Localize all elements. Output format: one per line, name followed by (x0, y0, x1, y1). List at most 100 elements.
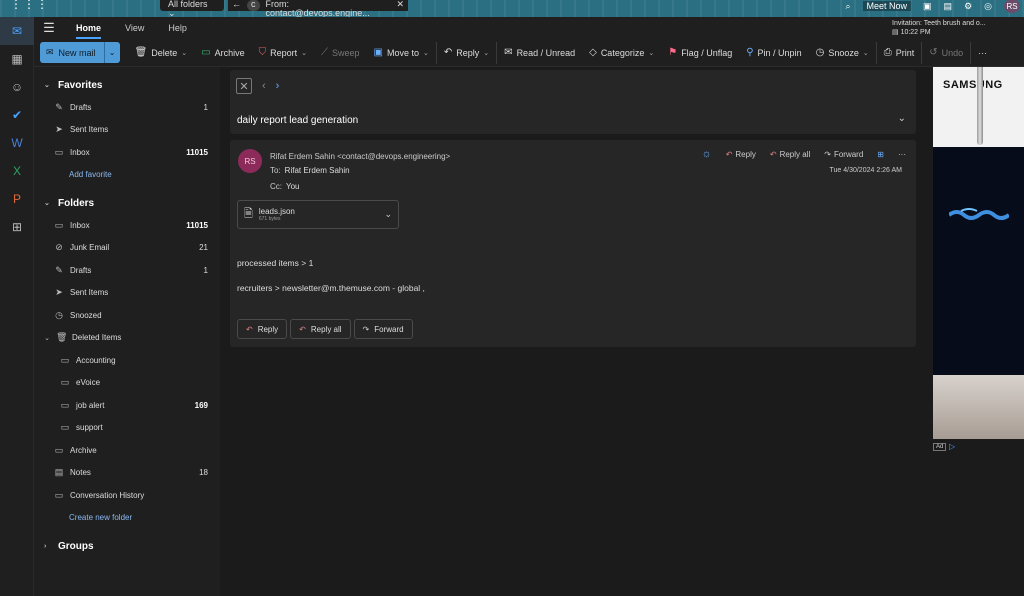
forward-action[interactable]: ↷ Forward (824, 150, 863, 159)
folder-inbox[interactable]: ▭ Inbox 11015 (34, 214, 220, 237)
cc-name[interactable]: You (286, 182, 300, 191)
tab-view[interactable]: View (113, 23, 156, 33)
tab-home[interactable]: Home (64, 23, 113, 39)
upcoming-event-reminder[interactable]: Invitation: Teeth brush and o... ▤ 10:22… (892, 19, 1012, 37)
adchoices-icon[interactable]: ▷ (949, 442, 955, 451)
word-icon[interactable]: W (0, 129, 34, 157)
delete-button[interactable]: 🗑 Delete ⌄ (128, 42, 195, 64)
ad-badge: Ad (933, 443, 947, 451)
folder-evoice[interactable]: ▭ eVoice (34, 372, 220, 395)
print-button[interactable]: ⎙ Print (875, 41, 922, 64)
tips-icon[interactable]: ◎ (984, 1, 992, 12)
archive-button[interactable]: ▭ Archive (194, 42, 251, 64)
report-button[interactable]: ⛉ Report ⌄ (252, 42, 314, 64)
reply-button[interactable]: ↶ Reply (237, 319, 288, 339)
chevron-down-icon[interactable]: ⌄ (384, 209, 392, 220)
more-actions-icon[interactable]: ··· (898, 150, 906, 159)
new-mail-split-button: ✉ New mail ⌄ (40, 42, 120, 63)
excel-icon[interactable]: X (0, 157, 34, 185)
folder-accounting[interactable]: ▭ Accounting (34, 349, 220, 372)
chevron-down-icon[interactable]: ⌄ (898, 113, 906, 124)
ad-banner[interactable]: SAMSUNG (933, 67, 1024, 439)
folder-junk-email[interactable]: ⊘ Junk Email 21 (34, 237, 220, 260)
sweep-label: Sweep (332, 47, 360, 58)
cc-line: Cc: You (270, 182, 300, 191)
categorize-label: Categorize (600, 47, 645, 58)
folder-archive[interactable]: ▭ Archive (34, 439, 220, 462)
move-to-button[interactable]: ▣ Move to ⌄ (367, 42, 436, 64)
folders-header[interactable]: ⌄ Folders (34, 192, 220, 214)
reply-icon: ↶ (443, 47, 453, 58)
stylus-image (977, 67, 983, 145)
reply-icon: ↶ (246, 324, 253, 334)
tab-help[interactable]: Help (156, 23, 199, 33)
close-icon[interactable]: ✕ (236, 78, 252, 94)
reply-icon: ↶ (725, 149, 733, 159)
folder-snoozed[interactable]: ◷ Snoozed (34, 304, 220, 327)
forward-button[interactable]: ↷ Forward (353, 319, 413, 339)
search-scope-dropdown[interactable]: All folders ⌄ (160, 0, 224, 18)
reply-all-action[interactable]: ↶ Reply all (770, 150, 810, 159)
sender-address[interactable]: Rifat Erdem Sahin <contact@devops.engine… (270, 152, 450, 161)
snooze-button[interactable]: ◷ Snooze ⌄ (809, 42, 876, 64)
attachment-card[interactable]: 🗎 leads.json 671 bytes ⌄ (237, 200, 399, 229)
add-favorite-link[interactable]: Add favorite (34, 164, 220, 187)
favorites-header[interactable]: ⌄ Favorites (34, 74, 220, 96)
undo-button[interactable]: ↺ Undo (921, 41, 970, 64)
flag-button[interactable]: ⚑ Flag / Unflag (661, 42, 739, 64)
sender-avatar[interactable]: RS (238, 149, 262, 173)
sun-icon[interactable]: ☼ (702, 148, 712, 160)
folder-job-alert[interactable]: ▭ job alert 169 (34, 394, 220, 417)
reading-pane: ✕ ‹ › daily report lead generation ⌄ RS … (220, 67, 929, 596)
pin-button[interactable]: ⚲ Pin / Unpin (739, 42, 808, 64)
powerpoint-icon[interactable]: P (0, 185, 34, 213)
inbox-icon: ▭ (54, 219, 64, 230)
folder-drafts[interactable]: ✎ Drafts 1 (34, 259, 220, 282)
favorite-drafts[interactable]: ✎ Drafts 1 (34, 96, 220, 119)
favorite-inbox[interactable]: ▭ Inbox 11015 (34, 141, 220, 164)
new-mail-dropdown[interactable]: ⌄ (103, 42, 120, 63)
people-icon[interactable]: ☺ (0, 73, 34, 101)
notes-icon[interactable]: ▤ (944, 1, 953, 12)
apps-icon[interactable]: ⊞ (0, 213, 34, 241)
recipient-name[interactable]: Rifat Erdem Sahin (285, 166, 350, 175)
meet-now-button[interactable]: Meet Now (862, 1, 912, 11)
more-options-button[interactable]: ··· (970, 41, 994, 64)
previous-icon[interactable]: ‹ (262, 80, 266, 92)
sweep-button[interactable]: ⟋ Sweep (314, 42, 367, 64)
folder-notes[interactable]: ▤ Notes 18 (34, 462, 220, 485)
mail-icon[interactable]: ✉ (0, 17, 34, 45)
back-arrow-icon[interactable]: ← (232, 0, 241, 11)
pencil-icon: ✎ (55, 264, 63, 275)
reply-all-button[interactable]: ↶ Reply all (290, 319, 351, 339)
account-avatar[interactable]: RS (1004, 0, 1020, 13)
folder-conversation-history[interactable]: ▭ Conversation History (34, 484, 220, 507)
favorite-sent-items[interactable]: ➤ Sent Items (34, 119, 220, 142)
clear-search-icon[interactable]: ✕ (396, 0, 404, 11)
pin-icon: ⚲ (746, 47, 754, 58)
new-mail-button[interactable]: ✉ New mail (40, 42, 104, 63)
create-new-folder-link[interactable]: Create new folder (34, 507, 220, 530)
conversation-header: ✕ ‹ › daily report lead generation ⌄ (230, 70, 916, 134)
reply-action[interactable]: ↶ Reply (726, 150, 756, 159)
teams-icon[interactable]: ▣ (923, 1, 932, 12)
next-icon[interactable]: › (276, 80, 280, 92)
folder-sent-items[interactable]: ➤ Sent Items (34, 282, 220, 305)
reply-button[interactable]: ↶ Reply ⌄ (435, 41, 496, 64)
search-icon[interactable]: ⌕ (845, 1, 850, 12)
forward-icon: ↷ (824, 149, 831, 159)
groups-header[interactable]: › Groups (34, 535, 220, 557)
chevron-down-icon: ⌄ (181, 49, 188, 57)
search-input[interactable]: ← c From: contact@devops.engine... ✕ (228, 0, 408, 18)
hamburger-menu-icon[interactable]: ☰ (34, 20, 64, 36)
settings-icon[interactable]: ⚙ (964, 1, 972, 12)
folder-deleted-items[interactable]: ⌄ 🗑 Deleted Items (34, 327, 220, 350)
read-unread-button[interactable]: ✉ Read / Unread (496, 41, 582, 64)
calendar-icon[interactable]: ▦ (0, 45, 34, 73)
device-image (933, 375, 1024, 439)
folder-support[interactable]: ▭ support (34, 417, 220, 440)
apps-grid-icon[interactable]: ⊞ (877, 150, 884, 159)
categorize-button[interactable]: ◇ Categorize ⌄ (582, 42, 661, 64)
todo-icon[interactable]: ✔ (0, 101, 34, 129)
app-launcher-icon[interactable]: ⋮⋮⋮ (10, 0, 48, 10)
